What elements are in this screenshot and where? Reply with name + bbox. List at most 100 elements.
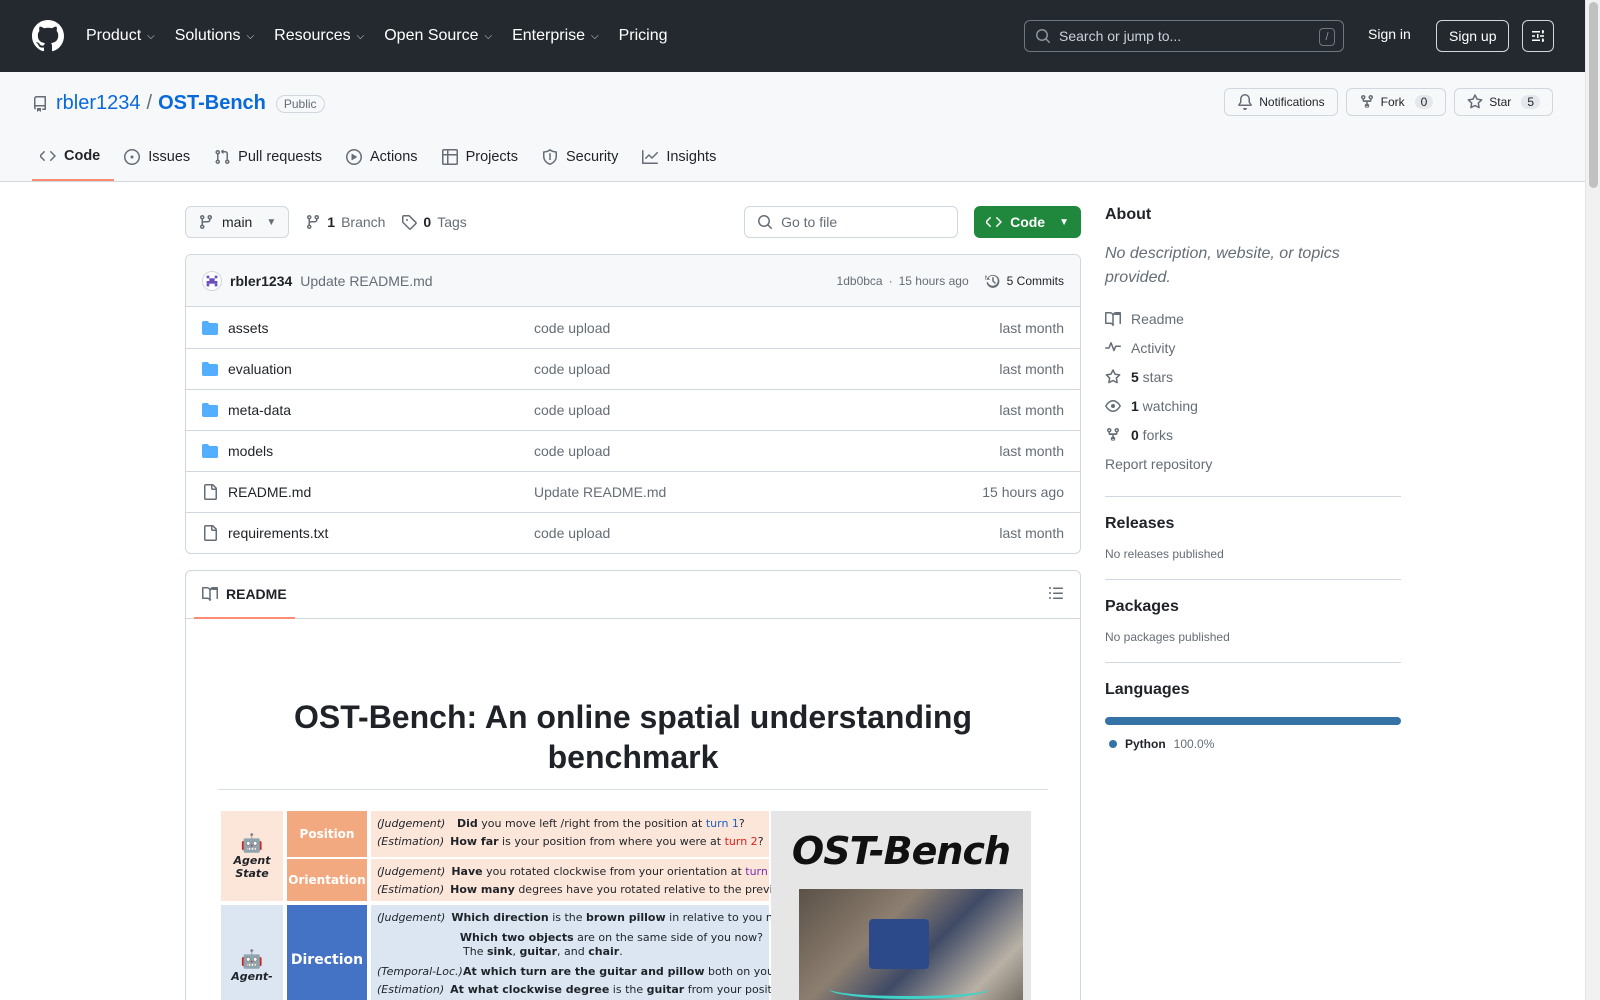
code-download-button[interactable]: Code ▼ (974, 206, 1081, 238)
visibility-badge: Public (275, 94, 325, 113)
table-row[interactable]: models code upload last month (186, 430, 1080, 471)
position-cell: Position (287, 811, 367, 857)
tab-projects[interactable]: Projects (434, 133, 532, 181)
figure-brand-panel: OST-Bench (770, 811, 1031, 1000)
notifications-button[interactable]: Notifications (1224, 88, 1338, 116)
file-name-link[interactable]: evaluation (202, 361, 534, 377)
tab-projects-label: Projects (465, 149, 518, 165)
language-item[interactable]: Python 100.0% (1105, 737, 1401, 751)
table-icon (441, 149, 458, 165)
avatar[interactable] (202, 270, 222, 291)
tab-code[interactable]: Code (32, 133, 115, 181)
sign-in-link[interactable]: Sign in (1368, 26, 1411, 42)
file-name-link[interactable]: assets (202, 320, 534, 336)
nav-product[interactable]: Product ⌵ (86, 27, 155, 45)
sidebar-link-star[interactable]: 5 stars (1105, 362, 1401, 391)
star-button[interactable]: Star 5 (1454, 88, 1553, 116)
answer-text: The sink, guitar, and chair. (463, 945, 623, 959)
page-scrollbar[interactable] (1585, 0, 1600, 1000)
repo-icon (33, 95, 46, 112)
packages-empty: No packages published (1105, 630, 1230, 644)
commit-hash-link[interactable]: 1db0bca (837, 274, 883, 288)
question-keyword: At what clockwise degree (450, 983, 610, 996)
tab-actions[interactable]: Actions (338, 133, 432, 181)
sidebar-link-eye[interactable]: 1 watching (1105, 391, 1401, 420)
table-row[interactable]: evaluation code upload last month (186, 348, 1080, 389)
sidebar-link-text: 0 forks (1131, 427, 1173, 443)
file-commit-message[interactable]: code upload (534, 525, 999, 541)
languages-title: Languages (1105, 681, 1190, 698)
question-body: is the (609, 983, 647, 996)
repo-name-link[interactable]: OST-Bench (158, 92, 266, 115)
table-row[interactable]: requirements.txt code upload last month (186, 512, 1080, 553)
nav-open-source[interactable]: Open Source ⌵ (384, 27, 492, 45)
file-commit-message[interactable]: code upload (534, 361, 999, 377)
file-commit-message[interactable]: code upload (534, 320, 999, 336)
file-commit-message[interactable]: Update README.md (534, 484, 982, 500)
sliders-icon (1532, 30, 1544, 42)
tab-pull-requests[interactable]: Pull requests (206, 133, 336, 181)
nav-enterprise[interactable]: Enterprise ⌵ (512, 27, 599, 45)
question-tag-spacer (377, 945, 457, 959)
sidebar-divider (1105, 496, 1401, 497)
file-name-link[interactable]: README.md (202, 484, 534, 500)
commit-message-link[interactable]: Update README.md (300, 273, 432, 289)
question-line: (Temporal-Loc.) At which turn are the gui… (377, 963, 806, 981)
github-logo-icon[interactable] (32, 20, 64, 52)
global-search-input[interactable]: Search or jump to... / (1024, 20, 1344, 52)
go-to-file-input[interactable]: Go to file (744, 206, 959, 238)
packages-title[interactable]: Packages (1105, 598, 1401, 616)
tab-issues[interactable]: Issues (116, 133, 204, 181)
table-row[interactable]: meta-data code upload last month (186, 389, 1080, 430)
sidebar-link-label: forks (1138, 426, 1174, 443)
tab-pull-requests-label: Pull requests (238, 149, 322, 165)
latest-commit-bar: rbler1234 Update README.md 1db0bca · 15 … (186, 255, 1080, 307)
language-percent: 100.0% (1173, 737, 1215, 751)
nav-open-source-label: Open Source (384, 27, 479, 44)
scrollbar-thumb[interactable] (1589, 2, 1598, 188)
commit-author-link[interactable]: rbler1234 (230, 273, 292, 289)
sidebar-link-book[interactable]: Readme (1105, 304, 1401, 333)
branch-select-button[interactable]: main ▼ (185, 206, 290, 238)
table-row[interactable]: README.md Update README.md 15 hours ago (186, 471, 1080, 512)
sidebar-divider (1105, 579, 1401, 580)
nav-pricing[interactable]: Pricing (619, 27, 668, 45)
nav-solutions[interactable]: Solutions ⌵ (175, 27, 254, 45)
commits-history-link[interactable]: 5 Commits (985, 273, 1064, 289)
fork-button[interactable]: Fork 0 (1345, 88, 1447, 116)
sign-up-button[interactable]: Sign up (1436, 20, 1510, 52)
tags-link[interactable]: 0 Tags (401, 214, 467, 230)
file-name-link[interactable]: models (202, 443, 534, 459)
code-icon (986, 217, 1002, 227)
settings-menu-button[interactable] (1522, 20, 1554, 52)
star-count: 5 (1521, 95, 1540, 109)
table-row[interactable]: assets code upload last month (186, 307, 1080, 348)
search-placeholder: Search or jump to... (1059, 28, 1182, 44)
file-commit-message[interactable]: code upload (534, 443, 999, 459)
sidebar-link-pulse[interactable]: Activity (1105, 333, 1401, 362)
releases-title[interactable]: Releases (1105, 515, 1401, 533)
readme-tab-label: README (226, 585, 287, 602)
commit-meta: 1db0bca · 15 hours ago (837, 274, 969, 288)
report-repository-link[interactable]: Report repository (1105, 449, 1401, 478)
repo-owner-link[interactable]: rbler1234 (56, 92, 141, 115)
file-commit-message[interactable]: code upload (534, 402, 999, 418)
pulse-icon (1105, 341, 1121, 351)
tag-icon (402, 215, 418, 230)
tab-insights[interactable]: Insights (634, 133, 730, 181)
file-browser: rbler1234 Update README.md 1db0bca · 15 … (185, 254, 1081, 554)
tab-security[interactable]: Security (534, 133, 632, 181)
question-body: are on the same side of you now? (573, 931, 763, 944)
branches-link[interactable]: 1 Branch (305, 214, 385, 230)
file-name: evaluation (228, 361, 292, 377)
readme-tab[interactable]: README (194, 571, 295, 619)
tab-insights-label: Insights (666, 149, 717, 165)
sidebar-link-fork[interactable]: 0 forks (1105, 420, 1401, 449)
nav-resources[interactable]: Resources ⌵ (274, 27, 364, 45)
outline-button[interactable] (1048, 585, 1064, 604)
file-name-link[interactable]: requirements.txt (202, 525, 534, 541)
tag-count: 0 (423, 214, 432, 230)
file-name-link[interactable]: meta-data (202, 402, 534, 418)
caret-down-icon: ▼ (1059, 216, 1069, 228)
code-button-label: Code (1010, 214, 1046, 230)
